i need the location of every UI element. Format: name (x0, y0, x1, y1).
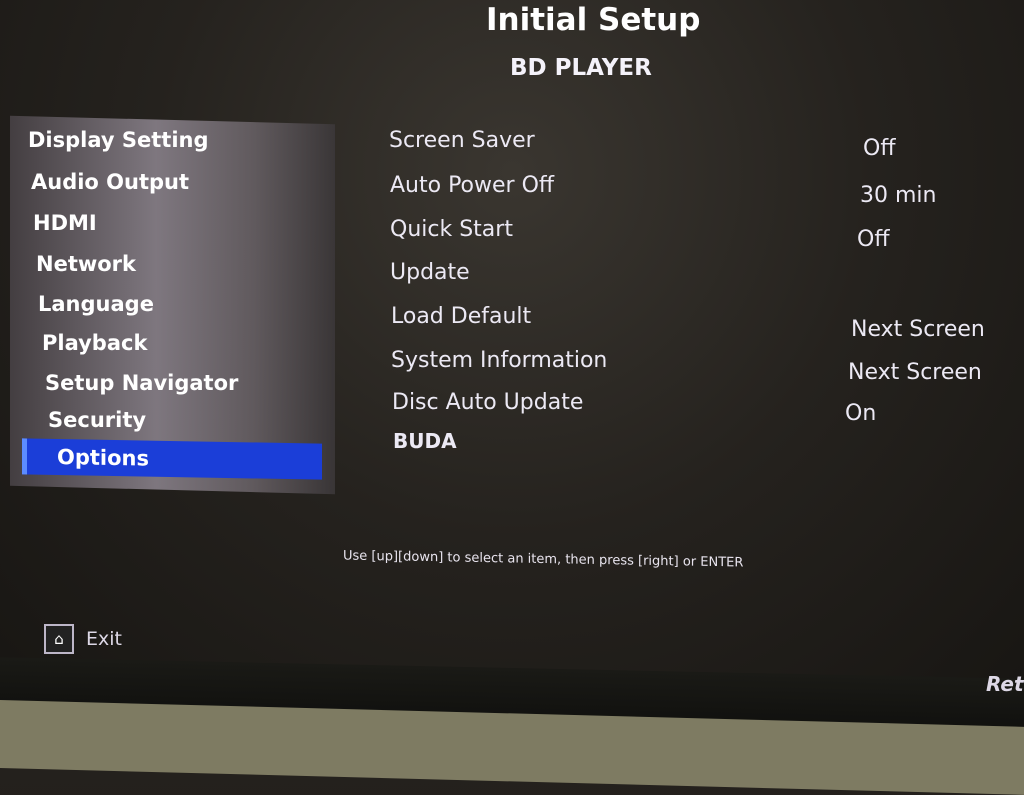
value-disc-auto-update: On (845, 401, 877, 426)
option-load-default[interactable]: Load Default (391, 304, 531, 329)
page-title: Initial Setup (486, 2, 701, 38)
value-quick-start: Off (857, 227, 890, 252)
exit-label: Exit (86, 628, 122, 650)
sidebar-item-setup-navigator[interactable]: Setup Navigator (45, 371, 238, 395)
option-quick-start[interactable]: Quick Start (390, 217, 513, 242)
option-update[interactable]: Update (390, 260, 470, 285)
sidebar-item-network[interactable]: Network (36, 252, 136, 276)
home-icon: ⌂ (44, 624, 74, 654)
return-button[interactable]: Ret (986, 672, 1024, 696)
exit-button[interactable]: ⌂ Exit (44, 624, 122, 654)
page-subtitle: BD PLAYER (510, 55, 652, 81)
option-system-information[interactable]: System Information (391, 348, 607, 373)
sidebar-item-audio-output[interactable]: Audio Output (31, 170, 189, 194)
sidebar-item-hdmi[interactable]: HDMI (33, 211, 97, 235)
value-auto-power-off: 30 min (860, 183, 937, 208)
sidebar-item-options[interactable]: Options (22, 438, 322, 480)
option-disc-auto-update[interactable]: Disc Auto Update (392, 390, 583, 415)
sidebar-item-playback[interactable]: Playback (42, 331, 147, 355)
option-auto-power-off[interactable]: Auto Power Off (390, 173, 554, 198)
value-load-default: Next Screen (851, 317, 985, 342)
sidebar-item-display-setting[interactable]: Display Setting (28, 128, 209, 152)
sidebar-item-language[interactable]: Language (38, 292, 154, 316)
option-screen-saver[interactable]: Screen Saver (389, 128, 535, 153)
value-system-information: Next Screen (848, 360, 982, 385)
sidebar-item-security[interactable]: Security (48, 408, 146, 432)
option-buda[interactable]: BUDA (393, 429, 457, 453)
value-screen-saver: Off (863, 136, 896, 161)
